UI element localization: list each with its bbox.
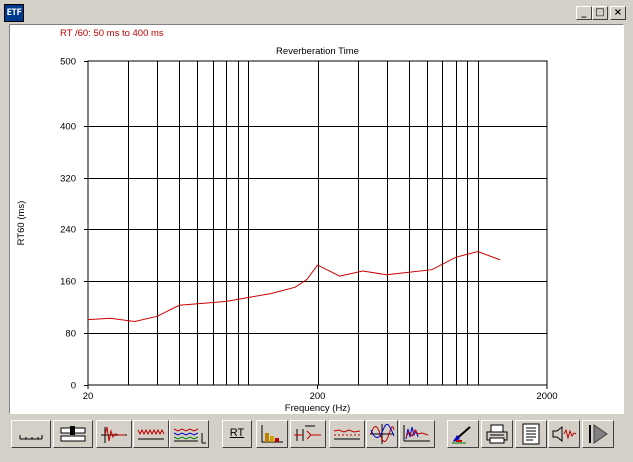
bar-chart-icon — [261, 425, 283, 443]
print-button[interactable] — [481, 420, 513, 448]
bar-chart-button[interactable] — [256, 420, 288, 448]
play-button[interactable] — [582, 420, 614, 448]
speaker-icon — [552, 425, 577, 443]
printer-icon — [486, 424, 508, 444]
document-button[interactable] — [515, 420, 547, 448]
play-icon — [589, 424, 608, 444]
sine-icon — [370, 423, 395, 444]
waveform-icon — [137, 428, 165, 440]
color-pen-button[interactable] — [447, 420, 479, 448]
sine-button[interactable] — [366, 420, 398, 448]
rt-label: RT — [229, 427, 245, 439]
document-icon — [522, 423, 540, 445]
chart-panel: RT /60: 50 ms to 400 ms Reverberation Ti… — [9, 24, 624, 414]
spectrogram-button[interactable] — [399, 420, 435, 448]
gate-button[interactable] — [290, 420, 326, 448]
y-tick-label: 0 — [71, 381, 76, 392]
y-tick-label: 320 — [60, 174, 76, 185]
rt-button[interactable]: RT — [222, 420, 252, 448]
impulse-button[interactable] — [96, 420, 132, 448]
impulse-icon — [101, 426, 127, 443]
y-tick-label: 240 — [60, 225, 76, 236]
rt60-chart: 0 80 160 240 320 400 500 20 200 2000 Frequency (Hz… — [16, 57, 558, 414]
app-window: ETF _ □ × RT /60: 50 ms to 400 ms Reverb… — [0, 0, 633, 462]
baseline-button[interactable] — [11, 420, 51, 448]
spectrogram-icon — [403, 425, 430, 442]
x-tick-label: 20 — [83, 391, 94, 402]
x-tick-label: 2000 — [536, 391, 557, 402]
y-tick-label: 400 — [60, 122, 76, 133]
waveform-button[interactable] — [133, 420, 169, 448]
maximize-button[interactable]: □ — [592, 6, 608, 20]
app-icon[interactable]: ETF — [4, 4, 24, 22]
y-tick-label: 160 — [60, 277, 76, 288]
slider-icon — [60, 426, 86, 442]
x-axis-label: Frequency (Hz) — [285, 403, 350, 413]
x-tick-label: 200 — [310, 391, 326, 402]
minimize-button[interactable]: _ — [576, 6, 592, 20]
color-pen-icon — [452, 426, 471, 444]
y-tick-label: 500 — [60, 57, 76, 68]
close-button[interactable]: × — [610, 6, 626, 20]
speaker-button[interactable] — [548, 420, 580, 448]
slider-button[interactable] — [53, 420, 93, 448]
y-axis-label: RT60 (ms) — [16, 201, 27, 246]
multi-wave-button[interactable] — [169, 420, 209, 448]
baseline-icon — [19, 435, 43, 440]
bottom-toolbar: RT — [0, 418, 633, 462]
y-tick-label: 80 — [65, 329, 76, 340]
title-bar[interactable]: ETF _ □ × — [0, 0, 633, 26]
overlay-button[interactable] — [329, 420, 365, 448]
gate-icon — [294, 425, 321, 441]
multi-wave-icon — [173, 428, 206, 444]
overlay-icon — [333, 429, 361, 440]
